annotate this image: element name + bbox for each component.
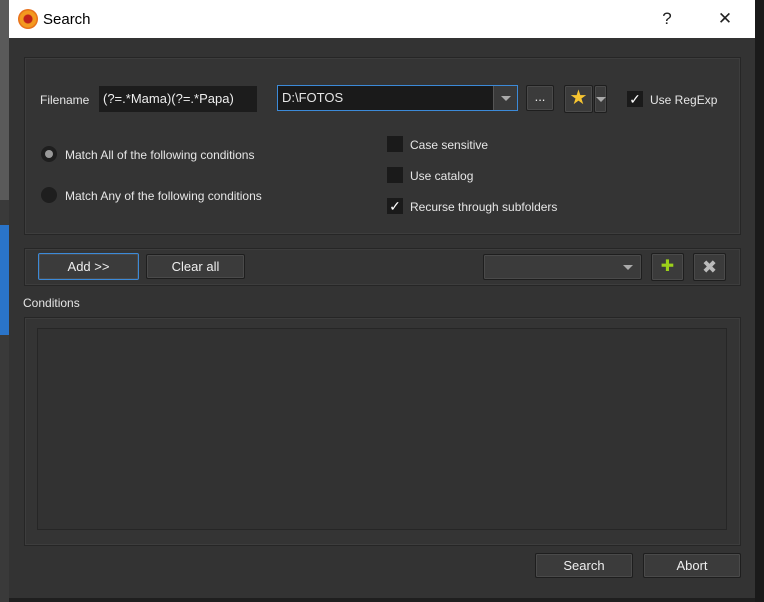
use-regexp-label: Use RegExp	[650, 93, 718, 107]
help-button[interactable]: ?	[639, 0, 695, 38]
favorites-star-icon[interactable]: ★	[564, 85, 593, 113]
match-any-label: Match Any of the following conditions	[65, 189, 262, 203]
search-button[interactable]: Search	[535, 553, 633, 578]
app-logo-icon	[18, 9, 38, 29]
filename-label: Filename	[40, 93, 90, 107]
chevron-down-icon[interactable]	[493, 86, 517, 110]
recurse-label: Recurse through subfolders	[410, 200, 558, 214]
match-all-radio[interactable]	[41, 146, 57, 162]
match-all-label: Match All of the following conditions	[65, 148, 255, 162]
match-any-radio[interactable]	[41, 187, 57, 203]
case-sensitive-label: Case sensitive	[410, 138, 489, 152]
case-sensitive-checkbox[interactable]	[387, 136, 403, 152]
folder-value: D:\FOTOS	[282, 90, 344, 105]
criteria-panel: Filename (?=.*Mama)(?=.*Papa) D:\FOTOS .…	[24, 57, 741, 235]
conditions-panel	[24, 317, 741, 546]
condition-type-select[interactable]	[483, 254, 642, 280]
abort-button[interactable]: Abort	[643, 553, 741, 578]
toolbar-panel: Add >> Clear all ✚ ✖	[24, 248, 741, 286]
use-regexp-checkbox[interactable]: ✓	[627, 91, 643, 107]
recurse-checkbox[interactable]: ✓	[387, 198, 403, 214]
background-window-edge	[0, 0, 9, 602]
conditions-label: Conditions	[23, 296, 80, 310]
close-button[interactable]: ✕	[697, 0, 753, 38]
window-shadow	[755, 0, 764, 602]
title-bar: Search ? ✕	[9, 0, 755, 38]
remove-condition-button[interactable]: ✖	[693, 253, 726, 281]
search-dialog: Search ? ✕ Filename (?=.*Mama)(?=.*Papa)…	[9, 0, 755, 598]
conditions-list[interactable]	[37, 328, 727, 530]
clear-all-button[interactable]: Clear all	[146, 254, 245, 279]
add-condition-button[interactable]: ✚	[651, 253, 684, 281]
folder-combo[interactable]: D:\FOTOS	[277, 85, 518, 111]
use-catalog-checkbox[interactable]	[387, 167, 403, 183]
favorites-dropdown[interactable]	[594, 85, 607, 113]
add-button[interactable]: Add >>	[38, 253, 139, 280]
filename-input[interactable]: (?=.*Mama)(?=.*Papa)	[99, 86, 257, 112]
browse-button[interactable]: ...	[526, 85, 554, 111]
window-title: Search	[43, 11, 91, 28]
use-catalog-label: Use catalog	[410, 169, 474, 183]
